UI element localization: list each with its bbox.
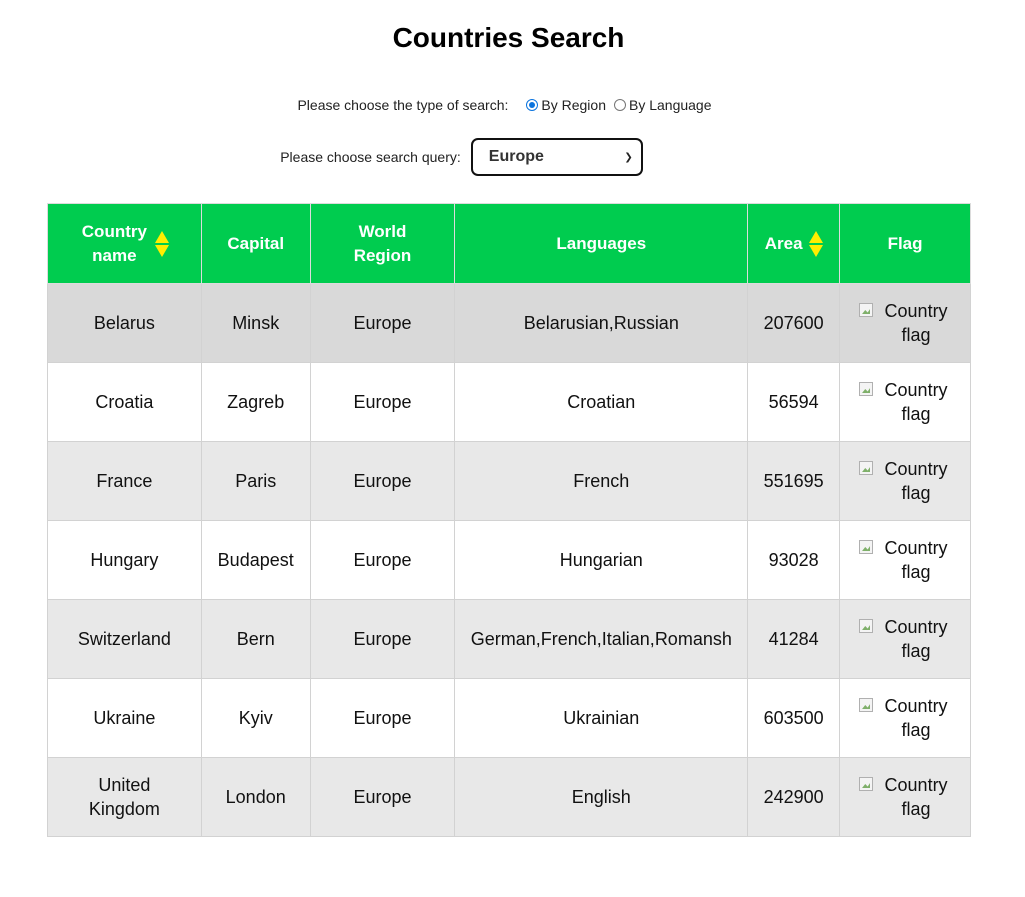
- cell-flag: Country flag: [839, 757, 971, 837]
- flag-image: Country flag: [859, 773, 951, 821]
- cell-area: 93028: [747, 520, 841, 600]
- radio-by-region[interactable]: By Region: [526, 97, 606, 113]
- cell-capital: Budapest: [200, 520, 311, 600]
- table-row: Hungary Budapest Europe Hungarian 93028 …: [47, 520, 971, 600]
- table-header-row: Country name Capital World Region Langua…: [47, 203, 971, 284]
- search-type-label: Please choose the type of search:: [297, 97, 509, 113]
- broken-image-icon: [859, 382, 874, 396]
- flag-alt-text: Country flag: [884, 459, 948, 503]
- cell-area: 603500: [747, 678, 841, 758]
- cell-capital: Minsk: [200, 283, 311, 363]
- cell-country-name: Switzerland: [47, 599, 202, 679]
- table-row: Ukraine Kyiv Europe Ukrainian 603500 Cou…: [47, 678, 971, 758]
- table-row: Belarus Minsk Europe Belarusian,Russian …: [47, 283, 971, 363]
- col-header-world-region-label: World Region: [353, 221, 412, 265]
- broken-image-icon: [859, 698, 874, 712]
- cell-country-name: Hungary: [47, 520, 202, 600]
- cell-capital: London: [200, 757, 311, 837]
- cell-flag: Country flag: [839, 283, 971, 363]
- cell-flag: Country flag: [839, 362, 971, 442]
- cell-languages: Hungarian: [454, 520, 749, 600]
- cell-languages: English: [454, 757, 749, 837]
- broken-image-icon: [859, 619, 874, 633]
- cell-languages: French: [454, 441, 749, 521]
- table-row: Switzerland Bern Europe German,French,It…: [47, 599, 971, 679]
- query-select-value: Europe: [488, 148, 544, 165]
- cell-country-name: Ukraine: [47, 678, 202, 758]
- cell-country-name: France: [47, 441, 202, 521]
- cell-area: 41284: [747, 599, 841, 679]
- col-header-area[interactable]: Area: [747, 203, 841, 284]
- col-header-area-label: Area: [764, 233, 803, 253]
- cell-capital: Paris: [200, 441, 311, 521]
- cell-area: 242900: [747, 757, 841, 837]
- flag-image: Country flag: [859, 615, 951, 663]
- broken-image-icon: [859, 540, 874, 554]
- flag-image: Country flag: [859, 299, 951, 347]
- cell-country-name: United Kingdom: [47, 757, 202, 837]
- cell-flag: Country flag: [839, 599, 971, 679]
- radio-by-region-control[interactable]: [526, 99, 539, 111]
- sort-icon[interactable]: [155, 230, 170, 258]
- col-header-flag: Flag: [839, 203, 971, 284]
- table-row: France Paris Europe French 551695 Countr…: [47, 441, 971, 521]
- cell-region: Europe: [309, 678, 456, 758]
- flag-alt-text: Country flag: [884, 380, 948, 424]
- query-select[interactable]: Europe ❯: [470, 138, 643, 176]
- cell-region: Europe: [309, 283, 456, 363]
- flag-image: Country flag: [859, 378, 951, 426]
- cell-country-name: Belarus: [47, 283, 202, 363]
- cell-region: Europe: [309, 441, 456, 521]
- flag-alt-text: Country flag: [884, 775, 948, 819]
- cell-region: Europe: [309, 599, 456, 679]
- cell-region: Europe: [309, 362, 456, 442]
- flag-image: Country flag: [859, 694, 951, 742]
- sort-icon[interactable]: [808, 230, 823, 258]
- cell-flag: Country flag: [839, 678, 971, 758]
- broken-image-icon: [859, 777, 874, 791]
- query-row: Please choose search query: Europe ❯: [0, 138, 1017, 176]
- radio-by-language-label[interactable]: By Language: [629, 97, 712, 113]
- radio-by-language-control[interactable]: [613, 99, 626, 111]
- search-type-group: Please choose the type of search: By Reg…: [0, 97, 1017, 113]
- cell-capital: Bern: [200, 599, 311, 679]
- cell-area: 551695: [747, 441, 841, 521]
- query-label: Please choose search query:: [280, 149, 461, 165]
- radio-by-language[interactable]: By Language: [613, 97, 712, 113]
- cell-capital: Zagreb: [200, 362, 311, 442]
- table-row: Croatia Zagreb Europe Croatian 56594 Cou…: [47, 362, 971, 442]
- cell-languages: German,French,Italian,Romansh: [454, 599, 749, 679]
- chevron-down-icon: ❯: [624, 151, 633, 163]
- broken-image-icon: [859, 303, 874, 317]
- col-header-world-region: World Region: [309, 203, 456, 284]
- cell-country-name-text: United Kingdom: [88, 775, 160, 819]
- cell-area: 207600: [747, 283, 841, 363]
- flag-alt-text: Country flag: [884, 301, 948, 345]
- radio-by-region-label[interactable]: By Region: [541, 97, 606, 113]
- cell-languages: Croatian: [454, 362, 749, 442]
- page-title: Countries Search: [392, 22, 625, 53]
- cell-region: Europe: [309, 520, 456, 600]
- cell-country-name: Croatia: [47, 362, 202, 442]
- flag-alt-text: Country flag: [884, 617, 948, 661]
- countries-table: Country name Capital World Region Langua…: [47, 203, 971, 837]
- col-header-capital: Capital: [200, 203, 311, 284]
- flag-alt-text: Country flag: [884, 696, 948, 740]
- cell-languages: Belarusian,Russian: [454, 283, 749, 363]
- cell-area: 56594: [747, 362, 841, 442]
- cell-capital: Kyiv: [200, 678, 311, 758]
- cell-flag: Country flag: [839, 441, 971, 521]
- broken-image-icon: [859, 461, 874, 475]
- table-row: United Kingdom London Europe English 242…: [47, 757, 971, 837]
- col-header-country-name[interactable]: Country name: [47, 203, 202, 284]
- col-header-languages: Languages: [454, 203, 749, 284]
- cell-flag: Country flag: [839, 520, 971, 600]
- flag-image: Country flag: [859, 457, 951, 505]
- flag-alt-text: Country flag: [884, 538, 948, 582]
- cell-region: Europe: [309, 757, 456, 837]
- flag-image: Country flag: [859, 536, 951, 584]
- cell-languages: Ukrainian: [454, 678, 749, 758]
- col-header-country-name-label: Country name: [81, 221, 147, 265]
